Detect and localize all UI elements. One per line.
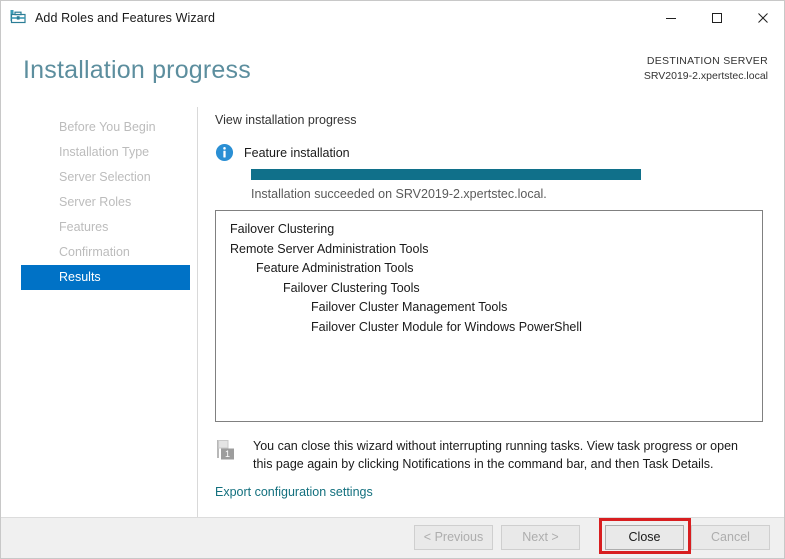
maximize-icon: [712, 12, 722, 23]
toolbox-icon: [10, 9, 26, 23]
window-title: Add Roles and Features Wizard: [35, 10, 216, 25]
installation-progress-bar: [251, 169, 641, 180]
next-button[interactable]: Next >: [501, 525, 580, 550]
feature-installation-label: Feature installation: [244, 145, 350, 160]
destination-server-block: DESTINATION SERVER SRV2019-2.xpertstec.l…: [644, 54, 768, 84]
title-bar: Add Roles and Features Wizard: [1, 1, 784, 34]
list-item: Failover Clustering Tools: [283, 280, 420, 295]
wizard-step-sidebar: Before You Begin Installation Type Serve…: [1, 107, 198, 517]
sidebar-item-server-roles[interactable]: Server Roles: [21, 190, 190, 215]
installation-progress-fill: [251, 169, 641, 180]
add-roles-features-wizard-window: Add Roles and Features Wizard Installati…: [0, 0, 785, 559]
list-item: Failover Clustering: [230, 222, 335, 236]
minimize-icon: [666, 17, 676, 19]
sidebar-item-server-selection[interactable]: Server Selection: [21, 165, 190, 190]
feature-installation-row: Feature installation: [215, 143, 350, 162]
close-window-button[interactable]: [740, 1, 784, 34]
list-item: Feature Administration Tools: [256, 261, 414, 275]
close-button[interactable]: Close: [605, 525, 684, 550]
export-configuration-settings-link[interactable]: Export configuration settings: [215, 485, 373, 499]
close-icon: [758, 12, 768, 23]
window-controls: [648, 1, 784, 34]
cancel-button[interactable]: Cancel: [691, 525, 770, 550]
content-heading: View installation progress: [215, 113, 357, 127]
minimize-button[interactable]: [648, 1, 694, 34]
notification-badge-count: 1: [225, 449, 230, 459]
sidebar-item-confirmation[interactable]: Confirmation: [21, 240, 190, 265]
close-wizard-note-text: You can close this wizard without interr…: [253, 439, 738, 471]
info-circle-icon: [215, 143, 234, 162]
previous-button[interactable]: < Previous: [414, 525, 493, 550]
sidebar-item-results[interactable]: Results: [21, 265, 190, 290]
installation-results-list[interactable]: Failover Clustering Remote Server Admini…: [215, 210, 763, 422]
sidebar-item-features[interactable]: Features: [21, 215, 190, 240]
notification-flag-icon: 1: [217, 440, 234, 460]
list-item: Remote Server Administration Tools: [230, 241, 429, 256]
maximize-button[interactable]: [694, 1, 740, 34]
list-item: Failover Cluster Management Tools: [311, 300, 508, 314]
destination-server-label: DESTINATION SERVER: [646, 55, 768, 67]
sidebar-item-installation-type[interactable]: Installation Type: [21, 140, 190, 165]
installation-status-text: Installation succeeded on SRV2019-2.xper…: [251, 187, 547, 201]
list-item: Failover Cluster Module for Windows Powe…: [311, 319, 582, 334]
page-header: Installation progress DESTINATION SERVER…: [1, 34, 784, 107]
close-wizard-note: 1 You can close this wizard without inte…: [215, 437, 765, 473]
wizard-footer: < Previous Next > Close Cancel: [1, 517, 784, 558]
destination-server-name: SRV2019-2.xpertstec.local: [643, 70, 768, 83]
sidebar-item-before-you-begin[interactable]: Before You Begin: [21, 115, 190, 140]
page-title: Installation progress: [23, 56, 251, 84]
main-content: View installation progress Feature insta…: [198, 107, 784, 517]
